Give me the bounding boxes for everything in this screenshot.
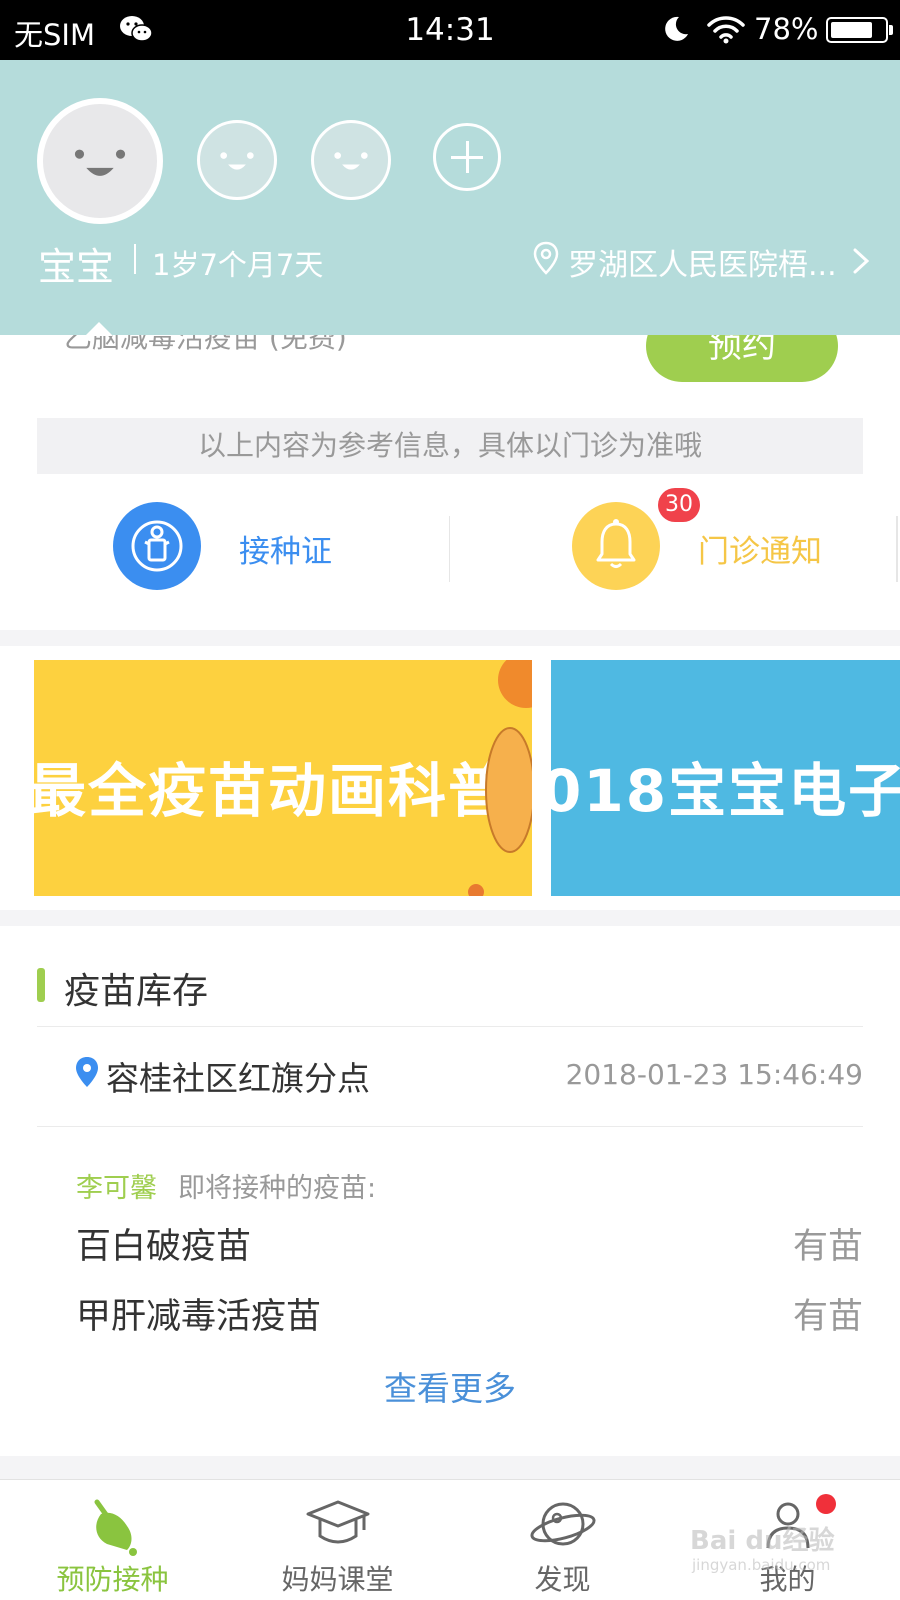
vaccination-card: 乙脑减毒活疫苗 (免费) 预约 以上内容为参考信息，具体以门诊为准哦 接种证 3… <box>0 310 900 630</box>
tab-discover[interactable]: 发现 <box>450 1480 675 1600</box>
hospital-selector[interactable]: 罗湖区人民医院梧... <box>568 240 837 284</box>
location-pin-icon <box>76 1057 98 1087</box>
divider <box>134 244 136 274</box>
divider <box>37 1126 863 1127</box>
location-pin-icon[interactable] <box>532 241 560 275</box>
tab-mom-class[interactable]: 妈妈课堂 <box>225 1480 450 1600</box>
baby-face-icon <box>74 149 126 176</box>
section-title: 疫苗库存 <box>64 971 209 1012</box>
watermark-text: Bai du经验 <box>690 1526 835 1556</box>
banner-carousel[interactable]: 最全疫苗动画科普 018宝宝电子台 <box>0 646 900 910</box>
battery-level <box>831 22 872 38</box>
vaccination-certificate-button[interactable]: 接种证 <box>113 502 413 592</box>
moon-icon <box>665 16 688 41</box>
battery-percent: 78% <box>754 12 819 46</box>
vaccine-name: 百白破疫苗 <box>76 1227 252 1267</box>
clinic-site-name[interactable]: 容桂社区红旗分点 <box>106 1052 370 1100</box>
watermark-url: jingyan.baidu.com <box>692 1556 831 1574</box>
divider <box>37 1026 863 1027</box>
active-avatar-pointer <box>85 322 113 336</box>
baby-name: 宝宝 <box>38 245 115 289</box>
vaccine-row[interactable]: 百白破疫苗 有苗 <box>76 1218 863 1268</box>
vaccine-stock-status: 有苗 <box>792 1297 863 1337</box>
baby-avatar-3[interactable] <box>311 120 391 200</box>
graduation-cap-icon <box>306 1500 370 1544</box>
upcoming-vaccines-label: 即将接种的疫苗: <box>178 1173 377 1204</box>
cartoon-character-icon <box>468 660 532 896</box>
tab-vaccination[interactable]: 预防接种 <box>0 1480 225 1600</box>
bell-icon <box>572 502 660 590</box>
certificate-icon <box>113 502 201 590</box>
disclaimer-note: 以上内容为参考信息，具体以门诊为准哦 <box>37 418 863 474</box>
vaccination-certificate-label: 接种证 <box>239 534 332 570</box>
baby-face-icon <box>334 152 368 170</box>
baby-avatar-2[interactable] <box>197 120 277 200</box>
baby-profile-header: 宝宝 1岁7个月7天 罗湖区人民医院梧... <box>0 60 900 336</box>
banner-vaccine-animation[interactable]: 最全疫苗动画科普 <box>34 660 532 896</box>
tab-label: 预防接种 <box>56 1563 169 1596</box>
unread-dot <box>816 1494 836 1514</box>
add-baby-button[interactable] <box>433 123 501 191</box>
vaccine-stock-status: 有苗 <box>792 1227 863 1267</box>
view-more-link[interactable]: 查看更多 <box>0 1362 900 1410</box>
wifi-icon <box>707 16 745 44</box>
baby-avatar-active[interactable] <box>37 98 163 224</box>
baidu-jingyan-watermark: Bai du经验 jingyan.baidu.com <box>690 1520 866 1576</box>
divider <box>896 516 898 582</box>
notification-badge: 30 <box>658 488 700 522</box>
status-bar: 无SIM 14:31 78% <box>0 0 900 60</box>
clinic-notice-button[interactable]: 30 门诊通知 <box>572 488 872 592</box>
baby-age: 1岁7个月7天 <box>152 248 324 282</box>
vaccine-bell-icon <box>94 1499 137 1556</box>
child-name: 李可馨 <box>76 1173 157 1204</box>
battery-icon <box>826 17 893 43</box>
divider <box>449 516 450 582</box>
banner-title: 018宝宝电子台 <box>551 757 900 825</box>
vaccine-name: 甲肝减毒活疫苗 <box>76 1297 322 1337</box>
baby-face-icon <box>220 152 254 170</box>
planet-icon <box>530 1502 596 1546</box>
stock-updated-time: 2018-01-23 15:46:49 <box>565 1058 863 1091</box>
vaccine-row[interactable]: 甲肝减毒活疫苗 有苗 <box>76 1288 863 1338</box>
banner-title: 最全疫苗动画科普 <box>34 757 509 825</box>
banner-baby-e-album[interactable]: 018宝宝电子台 <box>551 660 900 896</box>
section-accent-bar <box>37 968 45 1002</box>
chevron-right-icon[interactable] <box>852 247 870 275</box>
tab-label: 发现 <box>534 1563 591 1596</box>
clinic-notice-label: 门诊通知 <box>698 534 822 570</box>
tab-label: 妈妈课堂 <box>281 1563 394 1596</box>
vaccine-stock-section: 疫苗库存 容桂社区红旗分点 2018-01-23 15:46:49 李可馨 即将… <box>0 926 900 1456</box>
